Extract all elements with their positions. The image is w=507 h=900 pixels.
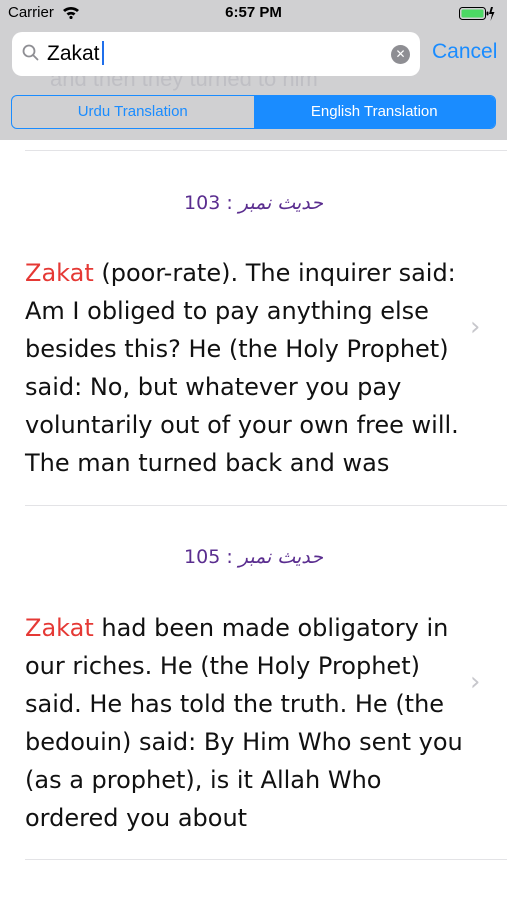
hadith-text: Zakat had been made obligatory in our ri… xyxy=(25,609,470,837)
search-query-text: Zakat xyxy=(47,42,100,65)
hadith-number-value: 105 : xyxy=(184,546,233,568)
segment-english-translation[interactable]: English Translation xyxy=(253,96,495,128)
hadith-text: Zakat (poor-rate). The inquirer said: Am… xyxy=(25,254,470,482)
hadith-number: 105 : حدیث نمبر xyxy=(0,546,507,568)
clear-icon[interactable]: ✕ xyxy=(391,45,410,64)
search-icon xyxy=(22,44,39,65)
hadith-text-body: had been made obligatory in our riches. … xyxy=(25,614,463,832)
battery-icon xyxy=(459,6,495,26)
row-separator xyxy=(25,859,507,860)
search-bar-area: and then they turned to him Zakat ✕ Canc… xyxy=(0,28,507,140)
hadith-number-urdu-label: حدیث نمبر xyxy=(238,192,323,214)
translation-segmented-control: Urdu Translation English Translation xyxy=(11,95,496,129)
clock: 6:57 PM xyxy=(225,4,282,21)
hadith-text-body: (poor-rate). The inquirer said: Am I obl… xyxy=(25,259,459,477)
cancel-button[interactable]: Cancel xyxy=(432,40,497,64)
hadith-number-value: 103 : xyxy=(184,192,233,214)
search-keyword-highlight: Zakat xyxy=(25,259,94,287)
row-separator xyxy=(25,150,507,151)
row-separator xyxy=(25,505,507,506)
search-keyword-highlight: Zakat xyxy=(25,614,94,642)
chevron-right-icon: › xyxy=(470,312,481,342)
search-input[interactable]: Zakat ✕ xyxy=(12,32,420,76)
text-caret xyxy=(101,41,104,65)
segment-urdu-translation[interactable]: Urdu Translation xyxy=(12,96,254,128)
hadith-number: 103 : حدیث نمبر xyxy=(0,192,507,214)
status-bar: Carrier 6:57 PM xyxy=(0,0,507,28)
hadith-number-urdu-label: حدیث نمبر xyxy=(238,546,323,568)
chevron-right-icon: › xyxy=(470,667,481,697)
